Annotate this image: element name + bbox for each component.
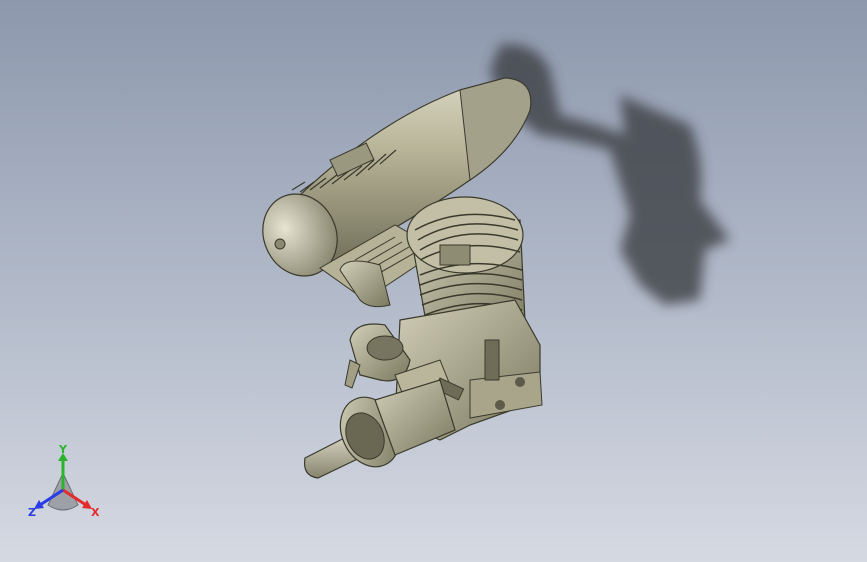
graphics-viewport[interactable]: Y X Z <box>0 0 867 562</box>
model-shadow <box>490 44 730 306</box>
coordinate-triad: Y X Z <box>28 445 100 519</box>
propeller-shaft[interactable] <box>303 379 456 479</box>
x-axis-label: X <box>91 506 100 519</box>
y-axis-label: Y <box>58 445 68 456</box>
z-axis-label: Z <box>28 506 36 519</box>
engine-model[interactable] <box>0 0 867 562</box>
